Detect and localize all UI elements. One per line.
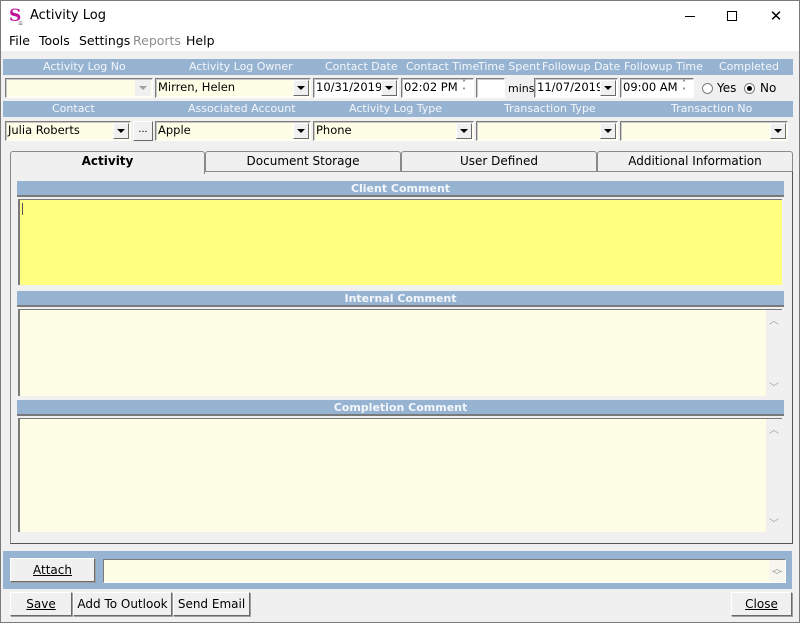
- chevron-down-icon[interactable]: [381, 80, 397, 96]
- maximize-icon: [727, 11, 737, 21]
- completion-comment-header: Completion Comment: [17, 400, 784, 416]
- chevron-down-icon[interactable]: [770, 123, 786, 139]
- menu-file[interactable]: File: [9, 33, 30, 48]
- app-logo-icon: S ≡: [9, 6, 24, 27]
- time-spent-input[interactable]: [476, 78, 505, 98]
- tab-additional-information[interactable]: Additional Information: [597, 151, 793, 172]
- followup-date-picker[interactable]: 11/07/2019: [534, 78, 618, 98]
- followup-time-spinner[interactable]: 09:00 AM ˄ ˅: [620, 78, 694, 98]
- chevron-down-icon[interactable]: [600, 123, 616, 139]
- tab-document-storage[interactable]: Document Storage: [205, 151, 401, 172]
- chevron-down-icon[interactable]: [600, 80, 616, 96]
- activity-log-owner-dropdown[interactable]: Mirren, Helen: [155, 78, 311, 98]
- activity-log-window: S ≡ Activity Log ✕ File Tools Settings Re…: [0, 0, 800, 623]
- chevron-down-icon[interactable]: ﹀: [769, 567, 785, 582]
- window-title: Activity Log: [30, 8, 106, 23]
- chevron-down-icon[interactable]: [456, 123, 472, 139]
- spinner-arrows-icon[interactable]: ˄ ˅: [676, 80, 692, 96]
- label-transaction-no: Transaction No: [671, 102, 753, 115]
- label-completed: Completed: [719, 60, 779, 73]
- activity-log-no-dropdown[interactable]: [5, 78, 153, 98]
- menu-settings[interactable]: Settings: [79, 33, 130, 48]
- menu-tools[interactable]: Tools: [39, 33, 70, 48]
- contact-date-picker[interactable]: 10/31/2019: [313, 78, 399, 98]
- chevron-down-icon[interactable]: [135, 80, 151, 96]
- label-associated-account: Associated Account: [188, 102, 296, 115]
- transaction-no-dropdown[interactable]: [620, 121, 788, 141]
- completed-yes-radio[interactable]: [702, 83, 713, 94]
- activity-log-type-dropdown[interactable]: Phone: [313, 121, 474, 141]
- menu-reports: Reports: [133, 33, 181, 48]
- label-transaction-type: Transaction Type: [504, 102, 596, 115]
- chevron-down-icon[interactable]: ﹀: [766, 379, 782, 394]
- completion-comment-textarea[interactable]: ︿ ﹀: [18, 418, 782, 532]
- client-comment-textarea[interactable]: [18, 199, 782, 285]
- tab-user-defined[interactable]: User Defined: [401, 151, 597, 172]
- internal-comment-header: Internal Comment: [17, 291, 784, 307]
- row2-header-band: Contact Associated Account Activity Log …: [3, 101, 793, 117]
- label-activity-log-owner: Activity Log Owner: [189, 60, 293, 73]
- client-comment-header: Client Comment: [17, 181, 784, 197]
- attach-button[interactable]: Attach: [10, 558, 95, 582]
- internal-comment-scrollbar[interactable]: ︿ ﹀: [766, 310, 782, 396]
- activity-tab-panel: Client Comment Internal Comment ︿ ﹀ Comp…: [10, 171, 793, 544]
- label-contact-date: Contact Date: [325, 60, 398, 73]
- add-to-outlook-button[interactable]: Add To Outlook: [73, 592, 172, 616]
- minimize-button[interactable]: [667, 1, 713, 31]
- tab-activity[interactable]: Activity: [10, 151, 205, 174]
- completed-no-label: No: [760, 81, 777, 95]
- chevron-down-icon[interactable]: [293, 123, 309, 139]
- send-email-button[interactable]: Send Email: [173, 592, 250, 616]
- contact-dropdown[interactable]: Julia Roberts: [5, 121, 131, 141]
- row1-header-band: Activity Log No Activity Log Owner Conta…: [3, 59, 793, 75]
- attachment-field[interactable]: ︿ ﹀: [103, 559, 786, 583]
- close-button[interactable]: Close: [731, 592, 792, 616]
- completed-yes-label: Yes: [717, 81, 737, 95]
- maximize-button[interactable]: [709, 1, 755, 31]
- contact-time-spinner[interactable]: 02:02 PM ˄ ˅: [401, 78, 474, 98]
- spinner-arrows-icon[interactable]: ˄ ˅: [456, 80, 472, 96]
- save-button[interactable]: Save: [10, 592, 72, 616]
- text-caret: [22, 203, 23, 215]
- label-activity-log-type: Activity Log Type: [349, 102, 443, 115]
- close-window-button[interactable]: ✕: [753, 1, 799, 31]
- label-contact: Contact: [52, 102, 95, 115]
- chevron-down-icon[interactable]: [113, 123, 129, 139]
- minimize-icon: [685, 15, 695, 17]
- chevron-up-icon[interactable]: ︿: [766, 421, 782, 436]
- chevron-down-icon[interactable]: [293, 80, 309, 96]
- menu-bar: File Tools Settings Reports Help: [1, 31, 799, 51]
- label-activity-log-no: Activity Log No: [43, 60, 126, 73]
- internal-comment-textarea[interactable]: ︿ ﹀: [18, 309, 782, 396]
- label-contact-time: Contact Time: [406, 60, 480, 73]
- label-followup-time: Followup Time: [624, 60, 703, 73]
- transaction-type-dropdown[interactable]: [476, 121, 618, 141]
- completion-comment-scrollbar[interactable]: ︿ ﹀: [766, 419, 782, 532]
- label-time-spent: Time Spent: [478, 60, 541, 73]
- contact-lookup-button[interactable]: ...: [133, 121, 153, 141]
- associated-account-dropdown[interactable]: Apple: [155, 121, 311, 141]
- title-bar: S ≡ Activity Log ✕: [1, 1, 799, 31]
- chevron-up-icon[interactable]: ︿: [766, 312, 782, 327]
- menu-help[interactable]: Help: [186, 33, 215, 48]
- chevron-down-icon[interactable]: ﹀: [766, 515, 782, 530]
- label-followup-date: Followup Date: [542, 60, 621, 73]
- attachment-scrollbar[interactable]: ︿ ﹀: [769, 560, 785, 582]
- close-icon: ✕: [769, 6, 783, 25]
- time-spent-unit: mins: [508, 82, 535, 95]
- completed-no-radio[interactable]: [744, 83, 755, 94]
